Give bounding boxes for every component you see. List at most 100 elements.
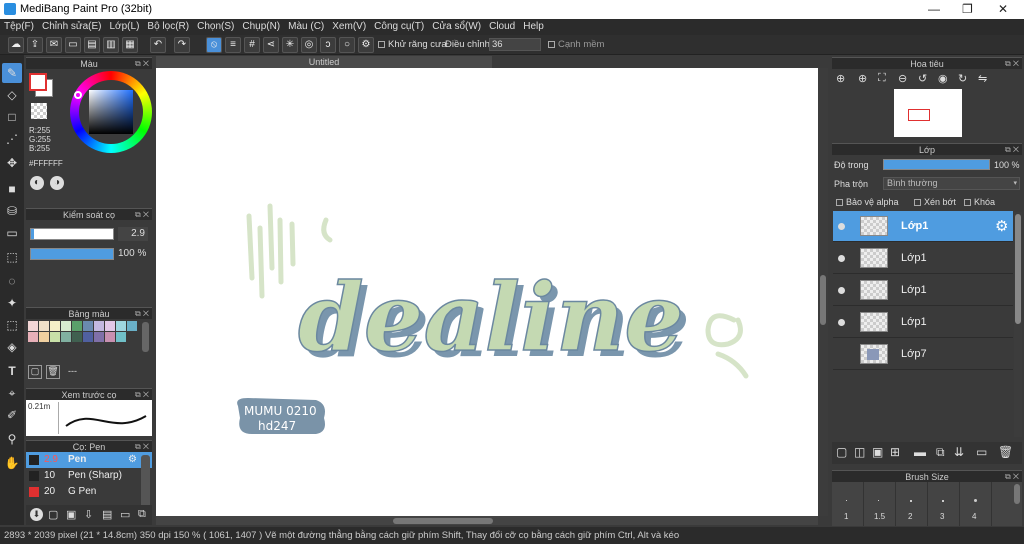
operation-tool-icon[interactable]: ⌖ [2, 383, 22, 403]
fit-icon[interactable]: ⛶ [878, 72, 886, 85]
layer-row[interactable]: Lớp1 [833, 275, 1013, 306]
soft-edge-option[interactable]: Cạnh mềm [548, 39, 604, 50]
upload-icon[interactable]: ⇪ [27, 37, 43, 53]
menu-edit[interactable]: Chỉnh sửa(E) [38, 19, 106, 35]
brush-size-slider[interactable] [30, 228, 114, 240]
flip-icon[interactable]: ⇋ [978, 72, 987, 85]
new-layer-icon[interactable]: ▢ [836, 445, 847, 459]
color-picker-icon[interactable]: ◑ [50, 176, 64, 190]
bucket-tool-icon[interactable]: ⛁ [2, 201, 22, 221]
navigator-thumbnail[interactable] [894, 89, 962, 137]
vertical-scroll-thumb[interactable] [820, 275, 826, 325]
brush-size-cell[interactable]: 1 [832, 482, 864, 526]
brush-settings-icon[interactable]: ⚙ [128, 452, 137, 468]
palette-swatch[interactable] [94, 332, 104, 342]
maximize-button[interactable]: ❐ [962, 2, 973, 16]
palette-swatch[interactable] [72, 321, 82, 331]
gradient-tool-icon[interactable]: ▭ [2, 223, 22, 243]
lock-option[interactable]: Khóa [964, 197, 995, 207]
rectangle-tool-icon[interactable]: □ [2, 107, 22, 127]
text-tool-icon[interactable]: T [2, 361, 22, 381]
brush-item-pen[interactable]: 2.9 Pen ⚙ [26, 452, 152, 468]
close-button[interactable]: ✕ [998, 2, 1008, 16]
menu-filter[interactable]: Bộ lọc(R) [143, 19, 193, 35]
visibility-icon[interactable] [838, 223, 845, 230]
visibility-icon[interactable] [838, 255, 845, 262]
palette-swatch[interactable] [83, 321, 93, 331]
folder-brush-icon[interactable]: ▭ [120, 508, 130, 521]
move-tool-icon[interactable]: ✥ [2, 153, 22, 173]
new-halftone-layer-icon[interactable]: ◫ [854, 445, 865, 459]
menu-snap[interactable]: Chụp(N) [238, 19, 284, 35]
brush-tool-icon[interactable]: ✎ [2, 63, 22, 83]
hand-tool-icon[interactable]: ✋ [2, 453, 22, 473]
palette-scrollbar[interactable] [142, 322, 149, 352]
crosshatch-snap-icon[interactable]: # [244, 37, 260, 53]
parallel-snap-icon[interactable]: ≡ [225, 37, 241, 53]
palette-swatch[interactable] [83, 332, 93, 342]
brush-size-cell[interactable]: 4 [960, 482, 992, 526]
copy-brush-icon[interactable]: ▣ [66, 508, 76, 521]
redo-icon[interactable]: ↷ [174, 37, 190, 53]
protect-alpha-option[interactable]: Bảo vệ alpha [836, 197, 899, 207]
brush-size-scrollbar[interactable] [1014, 484, 1020, 504]
palette-swatch[interactable] [39, 321, 49, 331]
select-tool-icon[interactable]: ⬚ [2, 247, 22, 267]
palette-swatch[interactable] [105, 332, 115, 342]
layer-opacity-slider[interactable] [883, 159, 990, 170]
duplicate-brush-icon[interactable]: ⧉ [138, 508, 146, 521]
menu-help[interactable]: Help [519, 19, 548, 35]
select-pen-tool-icon[interactable]: ⬚ [2, 315, 22, 335]
navigator-viewport[interactable] [908, 109, 930, 121]
blend-mode-select[interactable]: Bình thường ▾ [883, 177, 1020, 190]
palette-swatch[interactable] [105, 321, 115, 331]
palette-icon[interactable]: ◐ [30, 176, 44, 190]
fill-rect-tool-icon[interactable]: ■ [2, 179, 22, 199]
zoom-in-icon[interactable]: ⊕ [836, 72, 845, 85]
folder-icon[interactable]: ▬ [914, 445, 926, 459]
foreground-color-swatch[interactable] [29, 73, 47, 91]
menu-view[interactable]: Xem(V) [328, 19, 370, 35]
cloud-brush-icon[interactable]: ⬇ [30, 508, 43, 521]
menu-select[interactable]: Chọn(S) [193, 19, 238, 35]
adjust-input[interactable]: 36 [489, 38, 541, 51]
clip-option[interactable]: Xén bớt [914, 197, 956, 207]
curve-snap-icon[interactable]: ↄ [320, 37, 336, 53]
layer-scrollbar[interactable] [1014, 212, 1022, 437]
brush-size-value[interactable]: 2.9 [118, 227, 148, 241]
ellipse-snap-icon[interactable]: ○ [339, 37, 355, 53]
zoom-out-icon[interactable]: ⊖ [898, 72, 907, 85]
lasso-tool-icon[interactable]: ◌ [2, 271, 22, 291]
new-1bit-layer-icon[interactable]: ▣ [872, 445, 883, 459]
brush-opacity-slider[interactable] [30, 248, 114, 260]
saturation-square[interactable] [89, 90, 133, 134]
visibility-icon[interactable] [838, 319, 845, 326]
eraser-tool-icon[interactable]: ◇ [2, 85, 22, 105]
zoom-actual-icon[interactable]: ⊕ [858, 72, 867, 85]
magic-wand-tool-icon[interactable]: ✦ [2, 293, 22, 313]
divide-tool-icon[interactable]: ✐ [2, 405, 22, 425]
drawing-canvas[interactable]: dealine dealine MUMU 0210 hd247 [156, 68, 818, 516]
brush-item-pen-sharp[interactable]: 10 Pen (Sharp) [26, 468, 152, 484]
canvas-tab[interactable]: Untitled [156, 56, 492, 68]
add-layer-menu-icon[interactable]: ⊞ [890, 445, 900, 459]
vanishing-snap-icon[interactable]: ⋖ [263, 37, 279, 53]
rotate-right-icon[interactable]: ↻ [958, 72, 967, 85]
document-icon[interactable]: ▤ [84, 37, 100, 53]
merge-layer-icon[interactable]: ⇊ [954, 445, 964, 459]
cloud-icon[interactable]: ☁ [8, 37, 24, 53]
transparent-color-swatch[interactable] [31, 103, 47, 119]
palette-swatch[interactable] [116, 332, 126, 342]
brush-size-cell[interactable]: 2 [896, 482, 928, 526]
palette-swatch[interactable] [94, 321, 104, 331]
undo-icon[interactable]: ↶ [150, 37, 166, 53]
delete-palette-icon[interactable]: 🗑 [46, 365, 60, 379]
menu-file[interactable]: Tệp(F) [0, 19, 38, 35]
palette-swatch[interactable] [72, 332, 82, 342]
new-palette-icon[interactable]: ▢ [28, 365, 42, 379]
layer-row[interactable]: Lớp7 [833, 339, 1013, 370]
palette-swatch[interactable] [50, 332, 60, 342]
comment-icon[interactable]: ✉ [46, 37, 62, 53]
layer-settings-icon[interactable]: ⚙ [995, 217, 1008, 235]
radial-snap-icon[interactable]: ✳ [282, 37, 298, 53]
